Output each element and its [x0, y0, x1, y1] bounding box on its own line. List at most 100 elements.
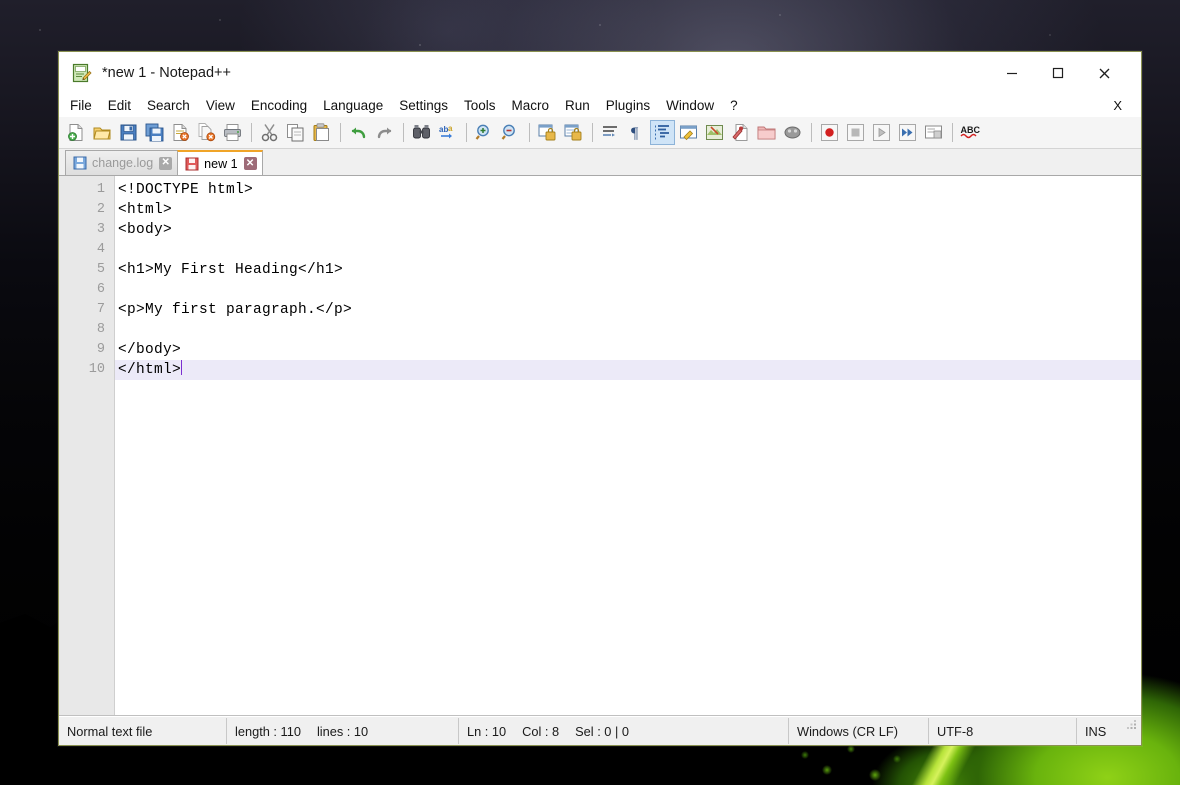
- menu-item-language[interactable]: Language: [315, 95, 391, 117]
- replace-icon[interactable]: ab a: [435, 120, 460, 145]
- redo-icon[interactable]: [372, 120, 397, 145]
- menu-bar: File Edit Search View Encoding Language …: [59, 94, 1141, 117]
- show-all-characters-icon[interactable]: ¶: [624, 120, 649, 145]
- code-text-area[interactable]: <!DOCTYPE html> <html> <body> <h1>My Fir…: [115, 176, 1141, 715]
- line-number: 7: [96, 302, 105, 317]
- status-insert-mode[interactable]: INS: [1077, 718, 1125, 744]
- tab-close-icon[interactable]: ✕: [243, 157, 257, 170]
- function-list-icon[interactable]: [728, 120, 753, 145]
- print-icon[interactable]: [220, 120, 245, 145]
- sync-vertical-scroll-icon[interactable]: [535, 120, 560, 145]
- menu-item-run[interactable]: Run: [557, 95, 598, 117]
- save-icon[interactable]: [116, 120, 141, 145]
- close-file-icon[interactable]: [168, 120, 193, 145]
- line-number: 3: [96, 222, 105, 237]
- copy-icon[interactable]: [283, 120, 308, 145]
- menu-item-search[interactable]: Search: [139, 95, 198, 117]
- status-length: length : 110: [235, 723, 301, 739]
- cut-icon[interactable]: [257, 120, 282, 145]
- spell-check-icon[interactable]: ABC: [958, 120, 983, 145]
- run-macro-multiple-icon[interactable]: [895, 120, 920, 145]
- status-eol[interactable]: Windows (CR LF): [789, 718, 929, 744]
- text-caret: [181, 360, 183, 375]
- code-line: </body>: [118, 342, 182, 358]
- tab-change-log[interactable]: change.log ✕: [65, 150, 179, 175]
- document-map-icon[interactable]: [702, 120, 727, 145]
- toolbar-separator: [811, 123, 812, 142]
- line-number: 2: [96, 202, 105, 217]
- code-line: <h1>My First Heading</h1>: [118, 262, 344, 278]
- monitoring-icon[interactable]: [780, 120, 805, 145]
- new-file-icon[interactable]: [64, 120, 89, 145]
- menu-item-help[interactable]: ?: [722, 95, 746, 117]
- line-number: 6: [96, 282, 105, 297]
- undo-icon[interactable]: [346, 120, 371, 145]
- user-defined-dialog-icon[interactable]: [676, 120, 701, 145]
- svg-text:a: a: [448, 124, 453, 133]
- close-button[interactable]: [1081, 53, 1127, 93]
- zoom-in-icon[interactable]: [472, 120, 497, 145]
- status-bar: Normal text file length : 110 lines : 10…: [59, 716, 1141, 745]
- tab-label: change.log: [92, 156, 154, 170]
- menu-item-settings[interactable]: Settings: [391, 95, 456, 117]
- save-all-icon[interactable]: [142, 120, 167, 145]
- resize-grip[interactable]: [1125, 718, 1141, 744]
- line-number: 9: [96, 342, 105, 357]
- open-file-icon[interactable]: [90, 120, 115, 145]
- tab-bar: change.log ✕ new 1 ✕: [59, 149, 1141, 176]
- window-title: *new 1 - Notepad++: [102, 65, 231, 81]
- notepad-pencil-icon: [72, 63, 92, 83]
- menu-item-view[interactable]: View: [198, 95, 243, 117]
- line-number: 8: [96, 322, 105, 337]
- line-number: 1: [96, 182, 105, 197]
- code-line-text: </html>: [118, 362, 182, 378]
- close-all-files-icon[interactable]: [194, 120, 219, 145]
- menu-item-file[interactable]: File: [62, 95, 100, 117]
- toolbar-separator: [592, 123, 593, 142]
- menu-item-window[interactable]: Window: [658, 95, 722, 117]
- code-line: <html>: [118, 202, 173, 218]
- sync-horizontal-scroll-icon[interactable]: [561, 120, 586, 145]
- status-file-type: Normal text file: [59, 718, 227, 744]
- save-macro-icon[interactable]: [921, 120, 946, 145]
- save-red-icon: [185, 157, 199, 171]
- line-number: 10: [88, 362, 105, 377]
- tab-label: new 1: [204, 156, 238, 171]
- status-sel: Sel : 0 | 0: [575, 723, 629, 739]
- svg-text:ABC: ABC: [961, 125, 981, 135]
- folder-as-workspace-icon[interactable]: [754, 120, 779, 145]
- start-record-macro-icon[interactable]: [817, 120, 842, 145]
- zoom-out-icon[interactable]: [498, 120, 523, 145]
- find-icon[interactable]: [409, 120, 434, 145]
- stop-record-macro-icon[interactable]: [843, 120, 868, 145]
- svg-text:¶: ¶: [631, 125, 639, 142]
- tab-close-icon[interactable]: ✕: [159, 156, 173, 170]
- toolbar: ab a ¶ ABC: [59, 117, 1141, 149]
- code-line-current: </html>: [115, 360, 1141, 380]
- tab-new-1[interactable]: new 1 ✕: [177, 150, 263, 175]
- maximize-button[interactable]: [1035, 53, 1081, 93]
- word-wrap-icon[interactable]: [598, 120, 623, 145]
- line-number: 5: [96, 262, 105, 277]
- menu-item-plugins[interactable]: Plugins: [598, 95, 658, 117]
- editor-area[interactable]: 1 2 3 4 5 6 7 8 9 10 <!DOCTYPE html> <ht…: [59, 176, 1141, 716]
- menu-item-tools[interactable]: Tools: [456, 95, 504, 117]
- save-blue-icon: [73, 156, 87, 170]
- line-number-gutter: 1 2 3 4 5 6 7 8 9 10: [59, 176, 115, 715]
- status-encoding[interactable]: UTF-8: [929, 718, 1077, 744]
- menu-item-macro[interactable]: Macro: [504, 95, 558, 117]
- desktop-wallpaper: *new 1 - Notepad++ File Edit Search View…: [0, 0, 1180, 785]
- line-number: 4: [96, 242, 105, 257]
- menu-item-edit[interactable]: Edit: [100, 95, 139, 117]
- play-macro-icon[interactable]: [869, 120, 894, 145]
- menu-item-encoding[interactable]: Encoding: [243, 95, 315, 117]
- paste-icon[interactable]: [309, 120, 334, 145]
- close-document-button[interactable]: X: [1108, 98, 1127, 113]
- code-line: <body>: [118, 222, 173, 238]
- minimize-button[interactable]: [989, 53, 1035, 93]
- status-length-lines: length : 110 lines : 10: [227, 718, 459, 744]
- show-indent-guide-icon[interactable]: [650, 120, 675, 145]
